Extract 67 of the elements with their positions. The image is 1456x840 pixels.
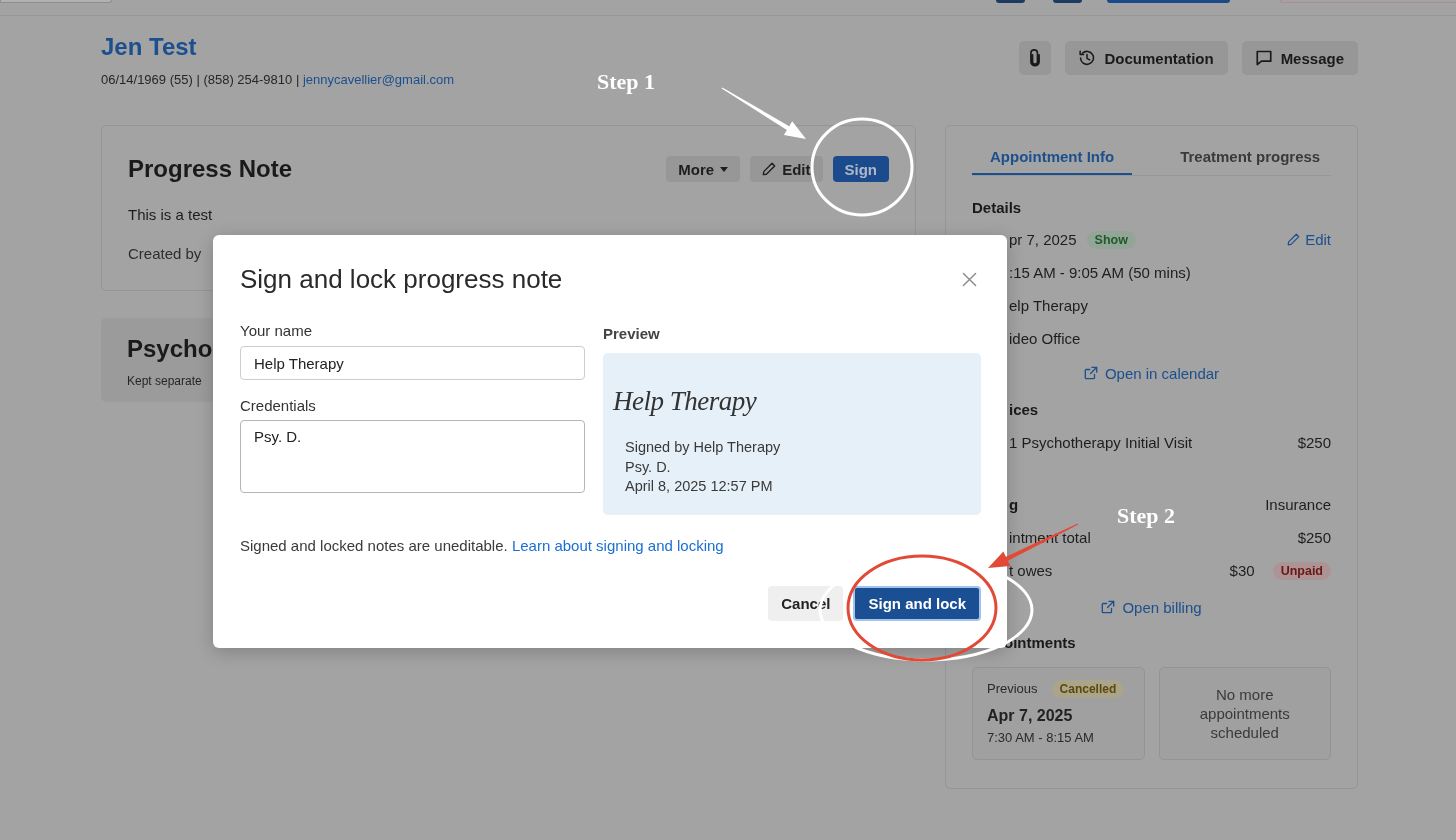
external-link-icon xyxy=(1101,600,1116,614)
notes-title: Psycho xyxy=(127,334,213,364)
panel-tab[interactable]: Appointment Info xyxy=(972,126,1133,175)
calendar-link[interactable]: Open in calendar xyxy=(1083,364,1220,382)
appointment-date: Apr 7, 2025 xyxy=(987,706,1073,726)
learn-link[interactable]: Learn about signing and locking xyxy=(511,537,724,554)
attach-button[interactable] xyxy=(1019,41,1052,75)
card-label: Previous xyxy=(987,680,1038,698)
appointment-time: 7:30 AM - 8:15 AM xyxy=(987,729,1094,747)
preview-line: Psy. D. xyxy=(625,457,671,477)
caret-icon xyxy=(720,166,729,172)
status-badge: Cancelled xyxy=(1051,680,1125,698)
sign-and-lock-button[interactable]: Sign and lock xyxy=(853,586,981,621)
paperclip-icon xyxy=(1030,49,1041,67)
more-button[interactable]: More xyxy=(666,156,741,182)
step-label: Step 2 xyxy=(1117,503,1176,529)
field-label: Your name xyxy=(240,321,312,341)
sign-button[interactable]: Sign xyxy=(832,156,889,182)
panel-tab[interactable]: Treatment progress xyxy=(1162,126,1321,175)
round-nav-button[interactable] xyxy=(1053,0,1082,3)
step-label: Step 1 xyxy=(597,69,656,95)
payer-type: Insurance xyxy=(1265,495,1331,515)
no-appointments-text: No more appointments scheduled xyxy=(1198,685,1291,742)
preview-line: Signed by Help Therapy xyxy=(625,438,781,457)
round-nav-button[interactable] xyxy=(996,0,1025,3)
close-icon xyxy=(962,271,977,287)
credentials-field[interactable]: Psy. D. xyxy=(240,420,585,493)
preview-line: April 8, 2025 12:57 PM xyxy=(625,477,773,496)
preview-label: Preview xyxy=(603,324,660,344)
email-link[interactable]: jennycavellier@gmail.com xyxy=(302,72,455,87)
edit-link[interactable]: Edit xyxy=(1287,231,1331,248)
section-heading: g xyxy=(1009,495,1019,515)
section-heading: Details xyxy=(972,198,1022,218)
appointment-time: :15 AM - 9:05 AM (50 mins) xyxy=(1009,264,1191,281)
note-title: Progress Note xyxy=(128,154,293,184)
created-by-text: Created by xyxy=(128,244,202,264)
external-link-icon xyxy=(1083,366,1098,380)
dialog-title: Sign and lock progress note xyxy=(240,264,563,294)
appointment-date: pr 7, 2025 xyxy=(1009,231,1077,248)
message-button[interactable]: Message xyxy=(1241,41,1358,75)
close-button[interactable] xyxy=(962,271,977,287)
field-label: Credentials xyxy=(240,396,316,416)
location-name: ideo Office xyxy=(1009,330,1081,347)
notes-subtitle: Kept separate xyxy=(127,373,202,389)
status-badge: Show xyxy=(1086,230,1136,249)
edit-button[interactable]: Edit xyxy=(750,156,823,182)
billing-amount: $250 xyxy=(1297,529,1331,546)
section-heading: ices xyxy=(1009,401,1039,418)
history-icon xyxy=(1079,50,1096,66)
message-icon xyxy=(1255,50,1272,66)
signature-text: Help Therapy xyxy=(613,385,757,418)
name-field[interactable]: Help Therapy xyxy=(240,346,585,380)
service-price: $250 xyxy=(1297,434,1331,451)
billing-link[interactable]: Open billing xyxy=(1101,598,1202,616)
service-name: 1 Psychotherapy Initial Visit xyxy=(1009,434,1193,451)
pencil-icon xyxy=(1287,233,1301,246)
note-text: This is a test xyxy=(128,205,213,225)
documentation-button[interactable]: Documentation xyxy=(1065,41,1228,75)
previous-appointment-card[interactable]: Previous Cancelled Apr 7, 2025 7:30 AM - 8:15 AM xyxy=(972,667,1145,760)
client-name: Jen Test xyxy=(101,33,197,61)
provider-name: elp Therapy xyxy=(1009,297,1088,314)
billing-amount: $30 xyxy=(1229,562,1255,579)
pencil-icon xyxy=(762,162,777,176)
status-badge: Unpaid xyxy=(1272,561,1331,580)
billing-label: t owes xyxy=(1009,562,1053,579)
client-contact: 06/14/1969 (55) | (858) 254-9810 | jennycavellier@gmail.com xyxy=(101,72,455,88)
signing-notice: Signed and locked notes are uneditable. Learn about signing and locking xyxy=(240,536,724,556)
